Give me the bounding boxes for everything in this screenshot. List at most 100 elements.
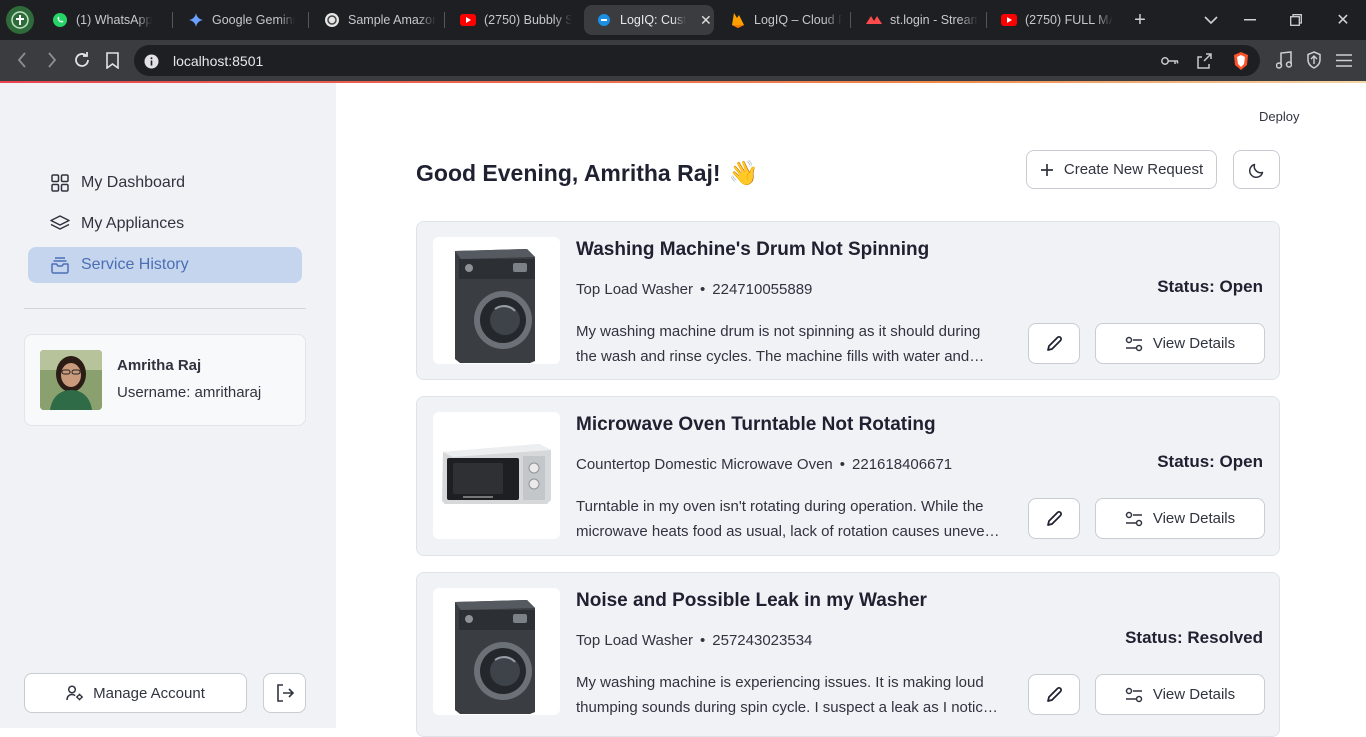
tab-logiq-cloud[interactable]: LogIQ – Cloud F	[730, 5, 842, 35]
logout-button[interactable]	[263, 673, 306, 713]
browser-profile-icon[interactable]	[6, 6, 34, 34]
view-details-button[interactable]: View Details	[1095, 674, 1265, 715]
request-description: My washing machine is experiencing issue…	[576, 670, 1001, 720]
layers-icon	[50, 214, 70, 234]
status-badge: Status: Open	[1157, 277, 1263, 296]
serial-number: 224710055889	[712, 281, 813, 298]
appliance-name: Countertop Domestic Microwave Oven	[576, 456, 833, 473]
media-music-icon[interactable]	[1273, 49, 1295, 71]
openai-icon	[324, 12, 340, 28]
meta-separator: •	[700, 281, 706, 298]
view-details-label: View Details	[1152, 335, 1236, 352]
sidebar-item-my-dashboard[interactable]: My Dashboard	[28, 165, 302, 201]
minimize-icon[interactable]	[1238, 8, 1262, 32]
browser-tab-bar: (1) WhatsApp Google Gemini Sample Amazon…	[0, 0, 1366, 40]
tab-youtube-full[interactable]: (2750) FULL MA	[1001, 5, 1113, 35]
meta-separator: •	[700, 632, 706, 649]
moon-icon	[1248, 162, 1265, 178]
inbox-stack-icon	[50, 255, 70, 275]
url-text[interactable]: localhost:8501	[173, 53, 263, 69]
user-username: Username: amritharaj	[117, 384, 262, 401]
grid-icon	[50, 173, 70, 193]
view-details-button[interactable]: View Details	[1095, 498, 1265, 539]
tab-youtube-bubbly[interactable]: (2750) Bubbly Si	[460, 5, 572, 35]
browser-toolbar: localhost:8501	[0, 40, 1366, 81]
brave-shield-icon[interactable]	[1230, 50, 1252, 72]
sidebar-item-label: My Dashboard	[81, 174, 186, 191]
status-badge: Status: Resolved	[1125, 628, 1263, 647]
tab-streamlit-login[interactable]: st.login - Stream	[866, 5, 978, 35]
deploy-button[interactable]: Deploy	[1259, 109, 1299, 124]
appliance-image	[433, 588, 560, 715]
pencil-icon	[1046, 335, 1062, 352]
create-new-request-label: Create New Request	[1063, 161, 1204, 178]
whatsapp-icon	[52, 12, 68, 28]
tab-list-chevron-icon[interactable]	[1199, 8, 1223, 32]
close-window-icon[interactable]: ✕	[1331, 8, 1355, 32]
firebase-icon	[730, 12, 746, 28]
appliance-image	[433, 412, 560, 539]
tab-title: Google Gemini	[212, 13, 296, 27]
url-bar[interactable]: localhost:8501	[134, 45, 1260, 76]
forward-icon[interactable]	[40, 48, 64, 72]
back-icon[interactable]	[10, 48, 34, 72]
tab-logiq-active[interactable]: LogIQ: Cust ✕	[584, 5, 714, 35]
new-tab-icon[interactable]: +	[1128, 8, 1152, 32]
manage-account-label: Manage Account	[93, 684, 205, 702]
plus-icon	[1040, 163, 1054, 177]
menu-hamburger-icon[interactable]	[1333, 49, 1355, 71]
tab-sample-amazon[interactable]: Sample Amazon	[324, 5, 436, 35]
description-line: the wash and rinse cycles. The machine f…	[576, 348, 985, 365]
sidebar-item-label: Service History	[81, 256, 189, 273]
share-icon[interactable]	[1194, 51, 1214, 71]
request-title: Noise and Possible Leak in my Washer	[576, 590, 927, 611]
close-tab-icon[interactable]: ✕	[700, 12, 712, 29]
manage-account-button[interactable]: Manage Account	[24, 673, 247, 713]
request-meta: Top Load Washer • 224710055889	[576, 281, 812, 298]
edit-request-button[interactable]	[1028, 498, 1080, 539]
description-line: thumping sounds during spin cycle. I sus…	[576, 699, 998, 716]
tab-title: Sample Amazon	[348, 13, 436, 27]
youtube-icon	[1001, 12, 1017, 28]
status-badge: Status: Open	[1157, 452, 1263, 471]
pencil-icon	[1046, 686, 1062, 703]
request-description: My washing machine drum is not spinning …	[576, 319, 1001, 369]
restore-icon[interactable]	[1284, 8, 1308, 32]
appliance-image	[433, 237, 560, 364]
user-settings-icon	[66, 685, 84, 701]
service-request-card: Noise and Possible Leak in my Washer Top …	[416, 572, 1280, 737]
theme-toggle-button[interactable]	[1233, 150, 1280, 189]
logout-icon	[276, 684, 294, 702]
vpn-shield-icon[interactable]	[1303, 49, 1325, 71]
tab-whatsapp[interactable]: (1) WhatsApp	[52, 5, 164, 35]
edit-request-button[interactable]	[1028, 323, 1080, 364]
sliders-icon	[1125, 511, 1143, 527]
appliance-name: Top Load Washer	[576, 281, 694, 298]
description-line: My washing machine drum is not spinning …	[576, 323, 981, 340]
sidebar-divider	[24, 308, 306, 309]
sidebar-item-my-appliances[interactable]: My Appliances	[28, 206, 302, 242]
sidebar-item-label: My Appliances	[81, 215, 185, 232]
tab-title: LogIQ – Cloud F	[754, 13, 842, 27]
reload-icon[interactable]	[70, 48, 94, 72]
bookmark-icon[interactable]	[100, 48, 124, 72]
sidebar-item-service-history[interactable]: Service History	[28, 247, 302, 283]
description-line: Turntable in my oven isn't rotating duri…	[576, 498, 984, 515]
tab-title: st.login - Stream	[890, 13, 978, 27]
appliance-name: Top Load Washer	[576, 632, 694, 649]
serial-number: 257243023534	[712, 632, 813, 649]
avatar	[40, 350, 102, 410]
request-meta: Countertop Domestic Microwave Oven • 22161…	[576, 456, 952, 473]
site-info-icon[interactable]	[142, 52, 160, 70]
request-description: Turntable in my oven isn't rotating duri…	[576, 494, 1001, 544]
tab-gemini[interactable]: Google Gemini	[188, 5, 300, 35]
edit-request-button[interactable]	[1028, 674, 1080, 715]
tab-title: LogIQ: Cust	[620, 13, 686, 27]
view-details-button[interactable]: View Details	[1095, 323, 1265, 364]
request-title: Microwave Oven Turntable Not Rotating	[576, 414, 936, 435]
create-new-request-button[interactable]: Create New Request	[1026, 150, 1217, 189]
description-line: My washing machine is experiencing issue…	[576, 674, 984, 691]
request-meta: Top Load Washer • 257243023534	[576, 632, 812, 649]
sliders-icon	[1125, 336, 1143, 352]
password-key-icon[interactable]	[1160, 51, 1180, 71]
